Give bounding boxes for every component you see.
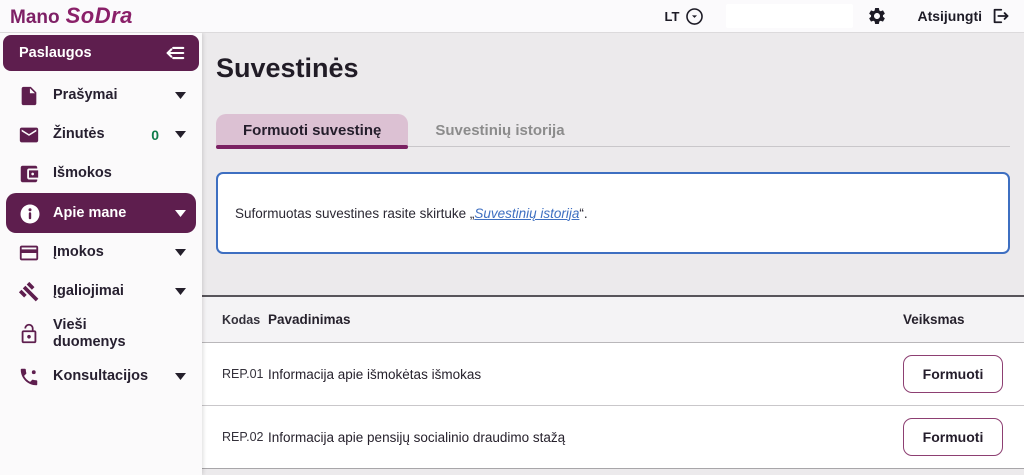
table-header-row: Kodas Pavadinimas Veiksmas	[202, 295, 1024, 343]
chevron-down-icon	[175, 209, 186, 217]
sidebar-header: Paslaugos	[3, 35, 199, 71]
header-actions: LT Atsijungti	[665, 4, 1010, 28]
column-header-veiksmas: Veiksmas	[903, 312, 965, 327]
sodra-logo[interactable]: Mano SoDra	[10, 3, 133, 29]
sidebar-item-label: Įmokos	[53, 244, 104, 261]
column-header-kodas: Kodas	[222, 312, 261, 327]
logo-text-mano: Mano	[10, 7, 60, 28]
unread-count-badge: 0	[151, 126, 159, 143]
sidebar-item-label: Išmokos	[53, 165, 112, 182]
chevron-down-circle-icon	[685, 7, 704, 26]
sidebar-item-ismokos[interactable]: Išmokos	[0, 154, 202, 193]
logout-label: Atsijungti	[917, 8, 982, 24]
sidebar: Paslaugos Prašymai Žinutės 0 Išmokos Api…	[0, 33, 202, 475]
suvestiniu-istorija-link[interactable]: Suvestinių istorija	[474, 206, 579, 221]
sidebar-item-igaliojimai[interactable]: Įgaliojimai	[0, 272, 202, 311]
envelope-icon	[18, 124, 40, 146]
sidebar-item-konsultacijos[interactable]: Konsultacijos	[0, 357, 202, 396]
sidebar-item-label: Įgaliojimai	[53, 283, 124, 300]
report-code: REP.02	[222, 430, 264, 444]
sidebar-item-label: Apie mane	[53, 204, 127, 221]
logout-icon	[990, 6, 1010, 26]
lock-open-icon	[18, 323, 40, 345]
action-cell: Formuoti	[903, 418, 1005, 456]
action-cell: Formuoti	[903, 355, 1005, 393]
credit-card-icon	[18, 242, 40, 264]
sidebar-item-label: Žinutės	[53, 126, 105, 143]
info-notice-box: Suformuotas suvestines rasite skirtuke „…	[216, 172, 1010, 254]
logout-button[interactable]: Atsijungti	[917, 6, 1010, 26]
user-name-redacted	[726, 4, 854, 28]
tab-suvestiniu-istorija[interactable]: Suvestinių istorija	[408, 114, 591, 146]
chevron-down-icon	[175, 92, 186, 99]
notice-text: Suformuotas suvestines rasite skirtuke „…	[235, 206, 588, 221]
sidebar-title-label: Paslaugos	[19, 45, 92, 61]
language-label: LT	[664, 8, 680, 24]
report-code: REP.01	[222, 367, 264, 381]
reports-table: Kodas Pavadinimas Veiksmas REP.01 Inform…	[202, 295, 1024, 469]
notice-text-before: Suformuotas suvestines rasite skirtuke „	[235, 205, 475, 221]
report-name: Informacija apie pensijų socialinio drau…	[268, 429, 566, 445]
formuoti-button[interactable]: Formuoti	[903, 355, 1003, 393]
gavel-icon	[18, 281, 40, 303]
report-name: Informacija apie išmokėtas išmokas	[268, 366, 482, 382]
table-row: REP.01 Informacija apie išmokėtas išmoka…	[202, 343, 1024, 406]
top-header: Mano SoDra LT Atsijungti	[0, 0, 1024, 33]
sidebar-item-label: Konsultacijos	[53, 368, 149, 385]
collapse-sidebar-icon[interactable]	[163, 42, 187, 64]
wallet-icon	[18, 163, 40, 185]
info-icon	[18, 202, 40, 224]
logo-text-sodra: SoDra	[65, 3, 133, 28]
notice-text-after: “.	[579, 205, 588, 221]
sidebar-item-label: Vieši duomenys	[53, 317, 126, 350]
sidebar-item-prasymai[interactable]: Prašymai	[0, 76, 202, 115]
tab-formuoti-suvestine[interactable]: Formuoti suvestinę	[216, 114, 409, 149]
sidebar-item-label: Prašymai	[53, 87, 118, 104]
chevron-down-icon	[175, 373, 186, 380]
chevron-down-icon	[175, 249, 186, 256]
page-title: Suvestinės	[216, 53, 359, 83]
tab-bar: Formuoti suvestinę Suvestinių istorija	[216, 114, 1010, 149]
document-icon	[18, 85, 40, 107]
chevron-down-icon	[175, 288, 186, 295]
table-row: REP.02 Informacija apie pensijų socialin…	[202, 406, 1024, 469]
sidebar-item-zinutes[interactable]: Žinutės 0	[0, 115, 202, 154]
formuoti-button[interactable]: Formuoti	[903, 418, 1003, 456]
language-selector[interactable]: LT	[665, 7, 705, 26]
sidebar-item-viesi-duomenys[interactable]: Vieši duomenys	[0, 311, 202, 357]
sidebar-item-imokos[interactable]: Įmokos	[0, 233, 202, 272]
main-content: Suvestinės Formuoti suvestinę Suvestinių…	[202, 33, 1024, 475]
phone-icon	[18, 366, 40, 388]
sidebar-item-apie-mane[interactable]: Apie mane	[6, 193, 196, 233]
sidebar-nav: Prašymai Žinutės 0 Išmokos Apie mane Įmo…	[0, 76, 202, 396]
chevron-down-icon	[175, 131, 186, 138]
gear-icon[interactable]	[867, 6, 887, 26]
column-header-pavadinimas: Pavadinimas	[268, 312, 351, 327]
